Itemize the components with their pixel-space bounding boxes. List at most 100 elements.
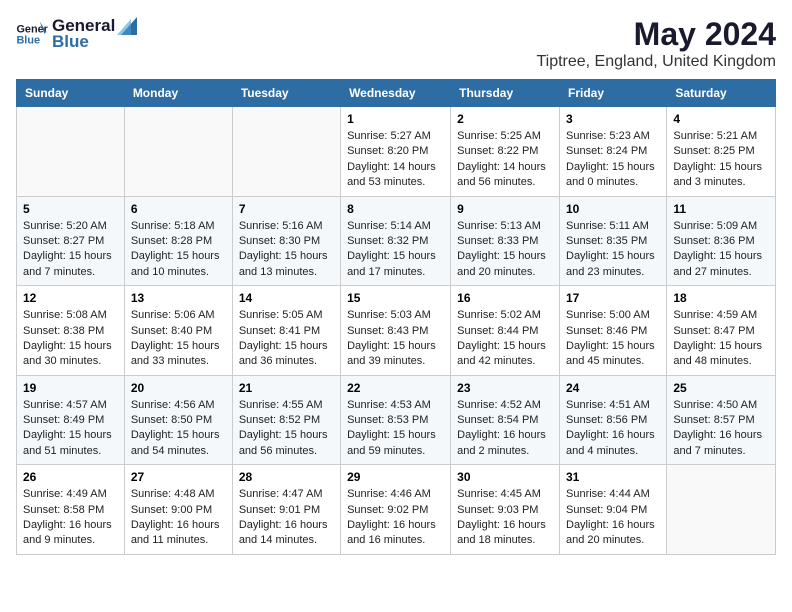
day-info: Sunrise: 4:59 AMSunset: 8:47 PMDaylight:… [673, 308, 769, 370]
day-number: 29 [347, 470, 444, 484]
day-number: 3 [566, 112, 660, 126]
location-title: Tiptree, England, United Kingdom [536, 53, 776, 71]
day-number: 28 [239, 470, 334, 484]
day-number: 13 [131, 291, 226, 305]
day-number: 4 [673, 112, 769, 126]
day-number: 11 [673, 202, 769, 216]
weekday-header-cell: Tuesday [232, 80, 340, 107]
calendar-week-row: 26Sunrise: 4:49 AMSunset: 8:58 PMDayligh… [17, 465, 776, 555]
calendar-day-cell: 10 Sunrise: 5:11 AMSunset: 8:35 PMDayligh… [560, 196, 667, 286]
day-info: Sunrise: 5:25 AMSunset: 8:22 PMDaylight:… [457, 129, 553, 191]
day-number: 22 [347, 381, 444, 395]
calendar-day-cell: 26Sunrise: 4:49 AMSunset: 8:58 PMDayligh… [17, 465, 125, 555]
logo-triangle-icon [117, 17, 137, 35]
day-number: 21 [239, 381, 334, 395]
calendar-day-cell [232, 107, 340, 197]
calendar-day-cell [124, 107, 232, 197]
calendar-day-cell: 8 Sunrise: 5:14 AMSunset: 8:32 PMDaylight… [341, 196, 451, 286]
day-info: Sunrise: 4:57 AMSunset: 8:49 PMDaylight:… [23, 398, 118, 460]
calendar-table: SundayMondayTuesdayWednesdayThursdayFrid… [16, 79, 776, 555]
title-block: May 2024 Tiptree, England, United Kingdo… [536, 16, 776, 71]
day-number: 30 [457, 470, 553, 484]
calendar-day-cell [667, 465, 776, 555]
day-number: 7 [239, 202, 334, 216]
day-number: 25 [673, 381, 769, 395]
calendar-day-cell: 25 Sunrise: 4:50 AMSunset: 8:57 PMDayligh… [667, 375, 776, 465]
calendar-day-cell: 4Sunrise: 5:21 AMSunset: 8:25 PMDaylight… [667, 107, 776, 197]
calendar-day-cell: 30 Sunrise: 4:45 AMSunset: 9:03 PMDayligh… [451, 465, 560, 555]
day-info: Sunrise: 5:27 AMSunset: 8:20 PMDaylight:… [347, 129, 444, 191]
weekday-header-cell: Monday [124, 80, 232, 107]
logo: General Blue General Blue [16, 16, 137, 52]
day-number: 12 [23, 291, 118, 305]
calendar-week-row: 19 Sunrise: 4:57 AMSunset: 8:49 PMDayligh… [17, 375, 776, 465]
calendar-day-cell: 28 Sunrise: 4:47 AMSunset: 9:01 PMDayligh… [232, 465, 340, 555]
day-info: Sunrise: 5:13 AMSunset: 8:33 PMDaylight:… [457, 219, 553, 281]
calendar-week-row: 12 Sunrise: 5:08 AMSunset: 8:38 PMDayligh… [17, 286, 776, 376]
calendar-day-cell: 1 Sunrise: 5:27 AMSunset: 8:20 PMDaylight… [341, 107, 451, 197]
calendar-day-cell: 3 Sunrise: 5:23 AMSunset: 8:24 PMDaylight… [560, 107, 667, 197]
calendar-week-row: 1 Sunrise: 5:27 AMSunset: 8:20 PMDaylight… [17, 107, 776, 197]
day-info: Sunrise: 4:48 AMSunset: 9:00 PMDaylight:… [131, 487, 226, 549]
page-header: General Blue General Blue May 2024 Tiptr… [16, 16, 776, 71]
day-number: 2 [457, 112, 553, 126]
day-number: 16 [457, 291, 553, 305]
calendar-day-cell: 14 Sunrise: 5:05 AMSunset: 8:41 PMDayligh… [232, 286, 340, 376]
calendar-day-cell: 15 Sunrise: 5:03 AMSunset: 8:43 PMDayligh… [341, 286, 451, 376]
calendar-day-cell: 2 Sunrise: 5:25 AMSunset: 8:22 PMDaylight… [451, 107, 560, 197]
calendar-week-row: 5Sunrise: 5:20 AMSunset: 8:27 PMDaylight… [17, 196, 776, 286]
day-number: 14 [239, 291, 334, 305]
day-info: Sunrise: 4:46 AMSunset: 9:02 PMDaylight:… [347, 487, 444, 549]
day-number: 19 [23, 381, 118, 395]
calendar-day-cell: 12 Sunrise: 5:08 AMSunset: 8:38 PMDayligh… [17, 286, 125, 376]
day-info: Sunrise: 5:16 AMSunset: 8:30 PMDaylight:… [239, 219, 334, 281]
day-info: Sunrise: 4:53 AMSunset: 8:53 PMDaylight:… [347, 398, 444, 460]
weekday-header-cell: Saturday [667, 80, 776, 107]
day-info: Sunrise: 5:20 AMSunset: 8:27 PMDaylight:… [23, 219, 118, 281]
day-info: Sunrise: 5:00 AMSunset: 8:46 PMDaylight:… [566, 308, 660, 370]
day-info: Sunrise: 4:50 AMSunset: 8:57 PMDaylight:… [673, 398, 769, 460]
weekday-header-cell: Wednesday [341, 80, 451, 107]
day-info: Sunrise: 5:03 AMSunset: 8:43 PMDaylight:… [347, 308, 444, 370]
day-info: Sunrise: 5:14 AMSunset: 8:32 PMDaylight:… [347, 219, 444, 281]
calendar-day-cell: 23 Sunrise: 4:52 AMSunset: 8:54 PMDayligh… [451, 375, 560, 465]
day-info: Sunrise: 4:56 AMSunset: 8:50 PMDaylight:… [131, 398, 226, 460]
day-info: Sunrise: 5:18 AMSunset: 8:28 PMDaylight:… [131, 219, 226, 281]
weekday-header-row: SundayMondayTuesdayWednesdayThursdayFrid… [17, 80, 776, 107]
day-number: 31 [566, 470, 660, 484]
day-number: 1 [347, 112, 444, 126]
calendar-day-cell: 22 Sunrise: 4:53 AMSunset: 8:53 PMDayligh… [341, 375, 451, 465]
day-number: 23 [457, 381, 553, 395]
calendar-day-cell: 21 Sunrise: 4:55 AMSunset: 8:52 PMDayligh… [232, 375, 340, 465]
day-info: Sunrise: 5:05 AMSunset: 8:41 PMDaylight:… [239, 308, 334, 370]
calendar-body: 1 Sunrise: 5:27 AMSunset: 8:20 PMDaylight… [17, 107, 776, 555]
calendar-day-cell: 5Sunrise: 5:20 AMSunset: 8:27 PMDaylight… [17, 196, 125, 286]
day-number: 8 [347, 202, 444, 216]
calendar-day-cell: 18 Sunrise: 4:59 AMSunset: 8:47 PMDayligh… [667, 286, 776, 376]
day-info: Sunrise: 5:11 AMSunset: 8:35 PMDaylight:… [566, 219, 660, 281]
calendar-day-cell: 7 Sunrise: 5:16 AMSunset: 8:30 PMDaylight… [232, 196, 340, 286]
calendar-day-cell: 19 Sunrise: 4:57 AMSunset: 8:49 PMDayligh… [17, 375, 125, 465]
calendar-day-cell: 27Sunrise: 4:48 AMSunset: 9:00 PMDayligh… [124, 465, 232, 555]
calendar-day-cell: 13 Sunrise: 5:06 AMSunset: 8:40 PMDayligh… [124, 286, 232, 376]
day-info: Sunrise: 5:06 AMSunset: 8:40 PMDaylight:… [131, 308, 226, 370]
calendar-day-cell: 29 Sunrise: 4:46 AMSunset: 9:02 PMDayligh… [341, 465, 451, 555]
day-info: Sunrise: 4:47 AMSunset: 9:01 PMDaylight:… [239, 487, 334, 549]
svg-text:Blue: Blue [16, 34, 40, 46]
calendar-day-cell: 6 Sunrise: 5:18 AMSunset: 8:28 PMDaylight… [124, 196, 232, 286]
calendar-day-cell: 17Sunrise: 5:00 AMSunset: 8:46 PMDayligh… [560, 286, 667, 376]
day-number: 6 [131, 202, 226, 216]
day-info: Sunrise: 5:23 AMSunset: 8:24 PMDaylight:… [566, 129, 660, 191]
weekday-header-cell: Thursday [451, 80, 560, 107]
calendar-day-cell: 20Sunrise: 4:56 AMSunset: 8:50 PMDayligh… [124, 375, 232, 465]
day-info: Sunrise: 5:08 AMSunset: 8:38 PMDaylight:… [23, 308, 118, 370]
day-number: 18 [673, 291, 769, 305]
day-number: 10 [566, 202, 660, 216]
day-number: 15 [347, 291, 444, 305]
calendar-day-cell [17, 107, 125, 197]
weekday-header-cell: Friday [560, 80, 667, 107]
day-info: Sunrise: 4:52 AMSunset: 8:54 PMDaylight:… [457, 398, 553, 460]
calendar-day-cell: 9Sunrise: 5:13 AMSunset: 8:33 PMDaylight… [451, 196, 560, 286]
day-info: Sunrise: 4:45 AMSunset: 9:03 PMDaylight:… [457, 487, 553, 549]
day-info: Sunrise: 4:55 AMSunset: 8:52 PMDaylight:… [239, 398, 334, 460]
